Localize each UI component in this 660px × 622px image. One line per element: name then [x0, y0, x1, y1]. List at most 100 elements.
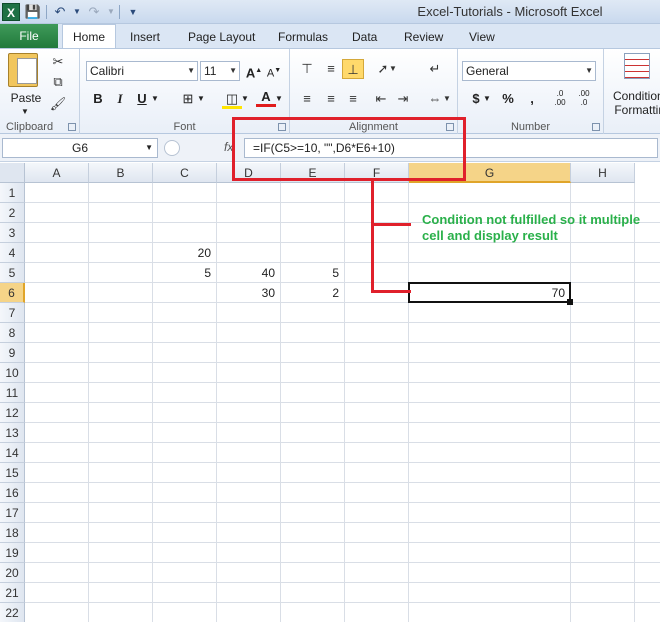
font-name-value: Calibri	[90, 64, 125, 78]
decrease-decimal-icon[interactable]: .00.0	[574, 89, 594, 109]
paste-button[interactable]: Paste ▼	[4, 51, 44, 116]
row-header-4[interactable]: 4	[0, 243, 25, 263]
column-header-a[interactable]: A	[25, 163, 89, 183]
align-center-icon[interactable]: ≡	[320, 89, 342, 109]
wrap-text-icon[interactable]: ↵	[424, 59, 446, 79]
tab-review[interactable]: Review	[396, 26, 451, 48]
row-header-20[interactable]: 20	[0, 563, 25, 583]
grid-line	[25, 422, 660, 423]
grow-font-icon[interactable]: A▲	[244, 61, 264, 81]
font-name-select[interactable]: Calibri ▼	[86, 61, 198, 81]
percent-button[interactable]: %	[498, 89, 518, 109]
chevron-down-icon[interactable]: ▼	[196, 89, 206, 109]
align-middle-icon[interactable]: ≡	[320, 59, 342, 79]
grid-line	[25, 582, 660, 583]
column-header-c[interactable]: C	[153, 163, 217, 183]
grid-line	[25, 382, 660, 383]
row-header-14[interactable]: 14	[0, 443, 25, 463]
column-header-h[interactable]: H	[571, 163, 635, 183]
fill-color-icon[interactable]: ◫	[222, 89, 242, 109]
bold-button[interactable]: B	[88, 89, 108, 109]
conditional-formatting-button[interactable]: Conditional Formatting	[608, 89, 660, 117]
row-header-21[interactable]: 21	[0, 583, 25, 603]
tab-file[interactable]: File	[0, 24, 58, 48]
chevron-down-icon[interactable]: ▼	[274, 89, 284, 109]
row-header-13[interactable]: 13	[0, 423, 25, 443]
tab-page-layout[interactable]: Page Layout	[180, 26, 263, 48]
chevron-down-icon[interactable]: ▼	[240, 89, 250, 109]
cell-d5[interactable]: 40	[217, 263, 281, 283]
underline-button[interactable]: U	[132, 89, 152, 109]
row-header-16[interactable]: 16	[0, 483, 25, 503]
row-header-12[interactable]: 12	[0, 403, 25, 423]
clipboard-launcher-icon[interactable]	[68, 123, 76, 131]
borders-icon[interactable]: ⊞	[178, 89, 198, 109]
row-header-1[interactable]: 1	[0, 183, 25, 203]
increase-decimal-icon[interactable]: .0.00	[550, 89, 570, 109]
conditional-formatting-icon[interactable]	[624, 53, 650, 79]
decrease-indent-icon[interactable]: ⇤	[370, 89, 392, 109]
cut-icon[interactable]: ✂	[48, 53, 68, 71]
chevron-down-icon[interactable]: ▼	[482, 89, 492, 109]
chevron-down-icon[interactable]: ▼	[388, 59, 398, 79]
align-left-icon[interactable]: ≡	[296, 89, 318, 109]
font-color-icon[interactable]: A	[256, 87, 276, 107]
format-painter-icon[interactable]: 🖌	[48, 95, 68, 113]
row-header-22[interactable]: 22	[0, 603, 25, 622]
formula-bar-circle-icon	[164, 140, 180, 156]
font-size-select[interactable]: 11 ▼	[200, 61, 240, 81]
cell-e5[interactable]: 5	[281, 263, 345, 283]
grid-line	[25, 462, 660, 463]
cell-c5[interactable]: 5	[153, 263, 217, 283]
row-header-15[interactable]: 15	[0, 463, 25, 483]
number-launcher-icon[interactable]	[592, 123, 600, 131]
row-header-2[interactable]: 2	[0, 203, 25, 223]
row-header-18[interactable]: 18	[0, 523, 25, 543]
active-cell-outline	[408, 282, 571, 303]
tab-home[interactable]: Home	[62, 24, 116, 49]
cell-c4[interactable]: 20	[153, 243, 217, 263]
chevron-down-icon: ▼	[145, 143, 153, 152]
row-header-7[interactable]: 7	[0, 303, 25, 323]
align-top-icon[interactable]: ⊤	[296, 59, 318, 79]
tab-insert[interactable]: Insert	[122, 26, 168, 48]
chevron-down-icon[interactable]: ▼	[442, 89, 452, 109]
row-header-10[interactable]: 10	[0, 363, 25, 383]
shrink-font-icon[interactable]: A▼	[264, 61, 284, 81]
name-box[interactable]: G6 ▼	[2, 138, 158, 158]
increase-indent-icon[interactable]: ⇥	[392, 89, 414, 109]
grid-line	[25, 602, 660, 603]
row-header-9[interactable]: 9	[0, 343, 25, 363]
clipboard-group: Paste ▼ ✂ ⧉ 🖌 Clipboard	[0, 49, 80, 135]
paste-label: Paste	[10, 91, 42, 105]
cell-e6[interactable]: 2	[281, 283, 345, 303]
number-format-select[interactable]: General ▼	[462, 61, 596, 81]
comma-button[interactable]: ,	[522, 89, 542, 109]
row-header-3[interactable]: 3	[0, 223, 25, 243]
row-header-11[interactable]: 11	[0, 383, 25, 403]
copy-icon[interactable]: ⧉	[48, 73, 68, 91]
align-bottom-icon[interactable]: ⊥	[342, 59, 364, 79]
column-header-b[interactable]: B	[89, 163, 153, 183]
window-title: Excel-Tutorials - Microsoft Excel	[417, 4, 603, 19]
chevron-down-icon[interactable]: ▼	[150, 89, 160, 109]
row-header-5[interactable]: 5	[0, 263, 25, 283]
annotation-note: Condition not fulfilled so it multiple c…	[422, 212, 641, 243]
row-header-17[interactable]: 17	[0, 503, 25, 523]
select-all-corner[interactable]	[0, 163, 25, 183]
row-header-8[interactable]: 8	[0, 323, 25, 343]
row-header-6[interactable]: 6	[0, 283, 25, 303]
annotation-connector	[371, 181, 374, 293]
tab-formulas[interactable]: Formulas	[270, 26, 336, 48]
fill-handle[interactable]	[567, 299, 573, 305]
tab-data[interactable]: Data	[344, 26, 385, 48]
chevron-down-icon: ▼	[21, 107, 29, 116]
grid-line	[25, 502, 660, 503]
row-header-19[interactable]: 19	[0, 543, 25, 563]
cell-d6[interactable]: 30	[217, 283, 281, 303]
italic-button[interactable]: I	[110, 89, 130, 109]
align-right-icon[interactable]: ≡	[342, 89, 364, 109]
formula-highlight-box	[232, 117, 466, 181]
grid-line	[25, 322, 660, 323]
tab-view[interactable]: View	[461, 26, 503, 48]
